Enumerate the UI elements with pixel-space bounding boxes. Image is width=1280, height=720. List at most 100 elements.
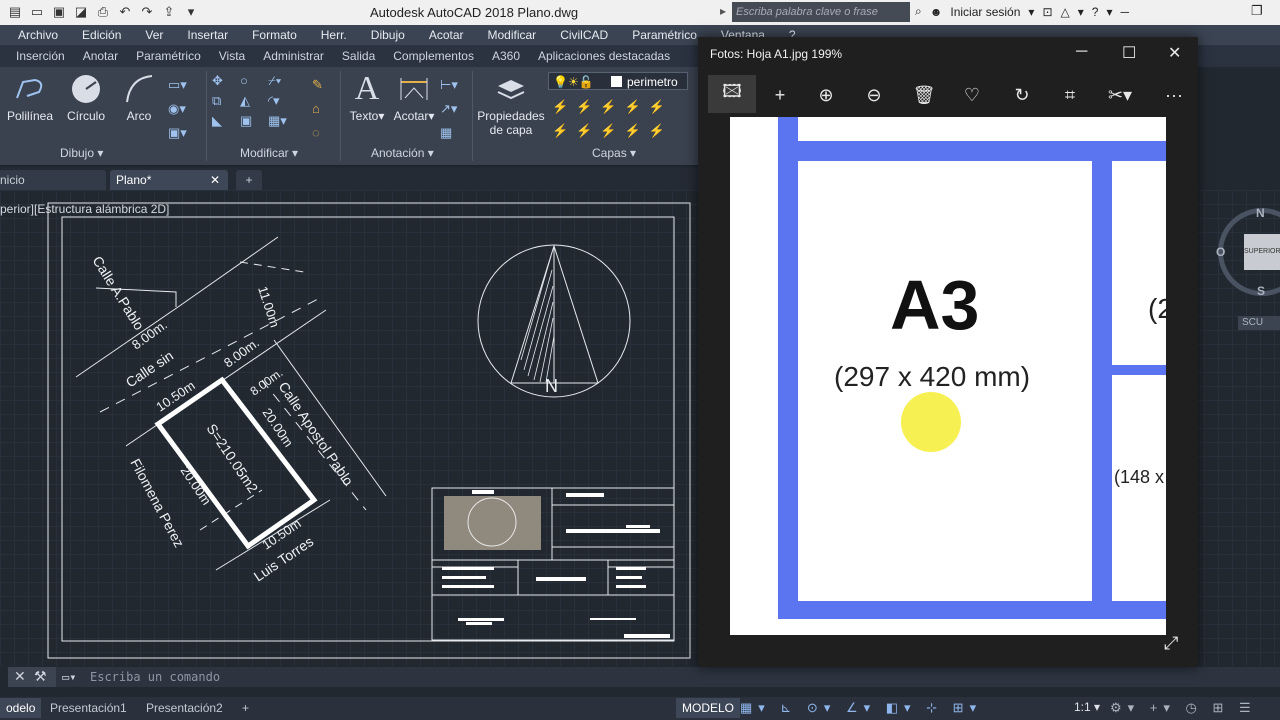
zoom-in-icon[interactable]: ⊕ (808, 82, 844, 108)
tab-model[interactable]: odelo (0, 698, 42, 718)
dim-20m-left: 20.00m (178, 463, 215, 507)
tab-complementos[interactable]: Complementos (384, 49, 483, 63)
dropdown-icon[interactable]: ▾ (1028, 5, 1034, 19)
menu-archivo[interactable]: Archivo (0, 28, 70, 42)
binoculars-icon[interactable]: ⌕ (915, 4, 922, 19)
draw-small-tools[interactable]: ▭▾ ◉▾ ▣▾ (168, 73, 187, 145)
print-icon[interactable]: ⎙ (94, 3, 112, 21)
capas-panel-label[interactable]: Capas ▾ (592, 146, 636, 160)
tab-insercion[interactable]: Inserción (0, 49, 74, 63)
tab-aplicaciones[interactable]: Aplicaciones destacadas (529, 49, 679, 63)
anotacion-panel-label[interactable]: Anotación ▾ (371, 146, 434, 160)
minimize-icon[interactable]: ─ (1120, 5, 1129, 19)
rotate-icon[interactable]: ↻ (1004, 82, 1040, 108)
menu-civilcad[interactable]: CivilCAD (548, 28, 620, 42)
menu-dibujo[interactable]: Dibujo (359, 28, 417, 42)
tab-vista[interactable]: Vista (210, 49, 254, 63)
save-icon[interactable]: ▣ (50, 3, 68, 21)
minimize-icon[interactable]: ─ (1076, 43, 1087, 61)
layer-properties-button[interactable]: Propiedades de capa (476, 71, 546, 137)
command-input[interactable]: ▭▾ Escriba un comando (56, 667, 1280, 687)
compass-s: S (1257, 284, 1266, 298)
undo-icon[interactable]: ↶ (116, 3, 134, 21)
signin-link[interactable]: Iniciar sesión (950, 5, 1020, 19)
menu-parametrico[interactable]: Paramétrico (620, 28, 709, 42)
dibujo-panel-label[interactable]: Dibujo ▾ (60, 146, 103, 160)
modify-extra-tools[interactable]: ✎ ⌂ ◌ (312, 73, 323, 145)
tab-administrar[interactable]: Administrar (254, 49, 333, 63)
tab-anotar[interactable]: Anotar (74, 49, 127, 63)
photo-image[interactable]: A3 (297 x 420 mm) (2 (148 x (730, 117, 1166, 635)
menu-modificar[interactable]: Modificar (476, 28, 549, 42)
tab-presentacion2[interactable]: Presentación2 (140, 698, 229, 718)
tab-parametrico[interactable]: Paramétrico (127, 49, 210, 63)
menu-app-icon[interactable]: ▤ (6, 3, 24, 21)
favorite-heart-icon[interactable]: ♡ (954, 82, 990, 108)
more-icon[interactable]: ··· (1156, 82, 1192, 108)
layer-dropdown[interactable]: 💡☀🔓 perimetro (548, 72, 688, 90)
close-icon[interactable]: ✕ (14, 668, 26, 685)
annotation-small-tools[interactable]: ⊢▾ ↗▾ ▦ (440, 73, 458, 145)
cart-icon[interactable]: ⊡ (1042, 5, 1052, 19)
model-space-button[interactable]: MODELO (676, 698, 741, 718)
menu-acotar[interactable]: Acotar (417, 28, 476, 42)
new-layout-button[interactable]: + (236, 698, 255, 718)
menu-insertar[interactable]: Insertar (175, 28, 240, 42)
user-icon[interactable]: ☻ (930, 5, 943, 19)
street-label-sin: Calle sin (123, 347, 176, 390)
lot-area: S=210.05m2 (204, 421, 262, 496)
maximize-icon[interactable]: ☐ (1122, 43, 1136, 63)
close-tab-icon[interactable]: ✕ (210, 170, 220, 190)
dropdown-icon-3[interactable]: ▾ (1106, 5, 1112, 19)
save-as-icon[interactable]: ◪ (72, 3, 90, 21)
tab-a360[interactable]: A360 (483, 49, 529, 63)
crop-icon[interactable]: ⌗ (1052, 82, 1088, 108)
open-folder-icon[interactable]: ▭ (28, 3, 46, 21)
viewcube-face[interactable]: SUPERIOR (1244, 234, 1280, 270)
layer-stack-icon (493, 71, 529, 107)
title-right-tools: ⌕ ☻ Iniciar sesión ▾ ⊡ △ ▾ ? ▾ ─ (915, 4, 1129, 19)
fullscreen-expand-icon[interactable]: ⤢ (1164, 633, 1178, 654)
compass-o: O (1216, 245, 1226, 259)
ucs-dropdown[interactable]: SCU (1238, 316, 1280, 330)
layer-small-tools[interactable]: ⚡⚡⚡⚡⚡ ⚡⚡⚡⚡⚡ (552, 95, 673, 143)
edit-effects-icon[interactable]: ✂▾ (1102, 82, 1138, 108)
tab-start[interactable]: nicio (0, 170, 106, 190)
annotation-scale[interactable]: 1:1 ▾ (1074, 700, 1100, 714)
restore-icon[interactable]: ❐ (1251, 3, 1263, 19)
tab-presentacion1[interactable]: Presentación1 (44, 698, 133, 718)
text-button[interactable]: A Texto▾ (346, 70, 388, 123)
add-icon[interactable]: + (762, 82, 798, 108)
menu-formato[interactable]: Formato (240, 28, 309, 42)
close-icon[interactable]: ✕ (1168, 43, 1181, 63)
share-icon[interactable]: ⇪ (160, 3, 178, 21)
circle-button[interactable]: Círculo (62, 71, 110, 123)
arc-button[interactable]: Arco (117, 71, 161, 123)
expand-arrow-icon[interactable]: ▸ (720, 4, 726, 18)
status-right-icons[interactable]: ⚙▾ +▾ ◷ ⊞ ☰ (1110, 700, 1257, 716)
menu-herr[interactable]: Herr. (309, 28, 359, 42)
tab-salida[interactable]: Salida (333, 49, 384, 63)
tab-plano[interactable]: Plano* ✕ (110, 170, 228, 190)
menu-edicion[interactable]: Edición (70, 28, 133, 42)
zoom-out-icon[interactable]: ⊖ (856, 82, 892, 108)
text-label: Texto (349, 109, 379, 123)
dropdown-icon-2[interactable]: ▾ (1078, 5, 1084, 19)
customize-dropdown-icon[interactable]: ▾ (182, 3, 200, 21)
layer-properties-label-2: de capa (489, 123, 533, 137)
sheet-size: (297 x 420 mm) (834, 361, 1031, 392)
modify-tools[interactable]: ✥ ○ ⌿▾ ⧉ ◭ ◜▾ ◣ ▣ ▦▾ (212, 73, 290, 129)
status-toggle-icons[interactable]: ▦▾ ⊾ ⊙▾ ∠▾ ◧▾ ⊹ ⊞▾ (740, 700, 982, 716)
modificar-panel-label[interactable]: Modificar ▾ (240, 146, 298, 160)
a360-icon[interactable]: △ (1061, 5, 1070, 19)
search-input[interactable]: Escriba palabra clave o frase (732, 2, 910, 22)
delete-icon[interactable]: 🗑 (906, 82, 942, 108)
wrench-icon[interactable]: ⚒ (34, 668, 47, 685)
redo-icon[interactable]: ↷ (138, 3, 156, 21)
menu-ver[interactable]: Ver (133, 28, 175, 42)
help-icon[interactable]: ? (1092, 5, 1099, 19)
new-tab-button[interactable]: + (236, 170, 262, 190)
dimension-button[interactable]: Acotar▾ (392, 71, 436, 123)
polyline-button[interactable]: Polilínea (6, 71, 54, 123)
image-icon[interactable]: 🖾 (708, 75, 756, 113)
